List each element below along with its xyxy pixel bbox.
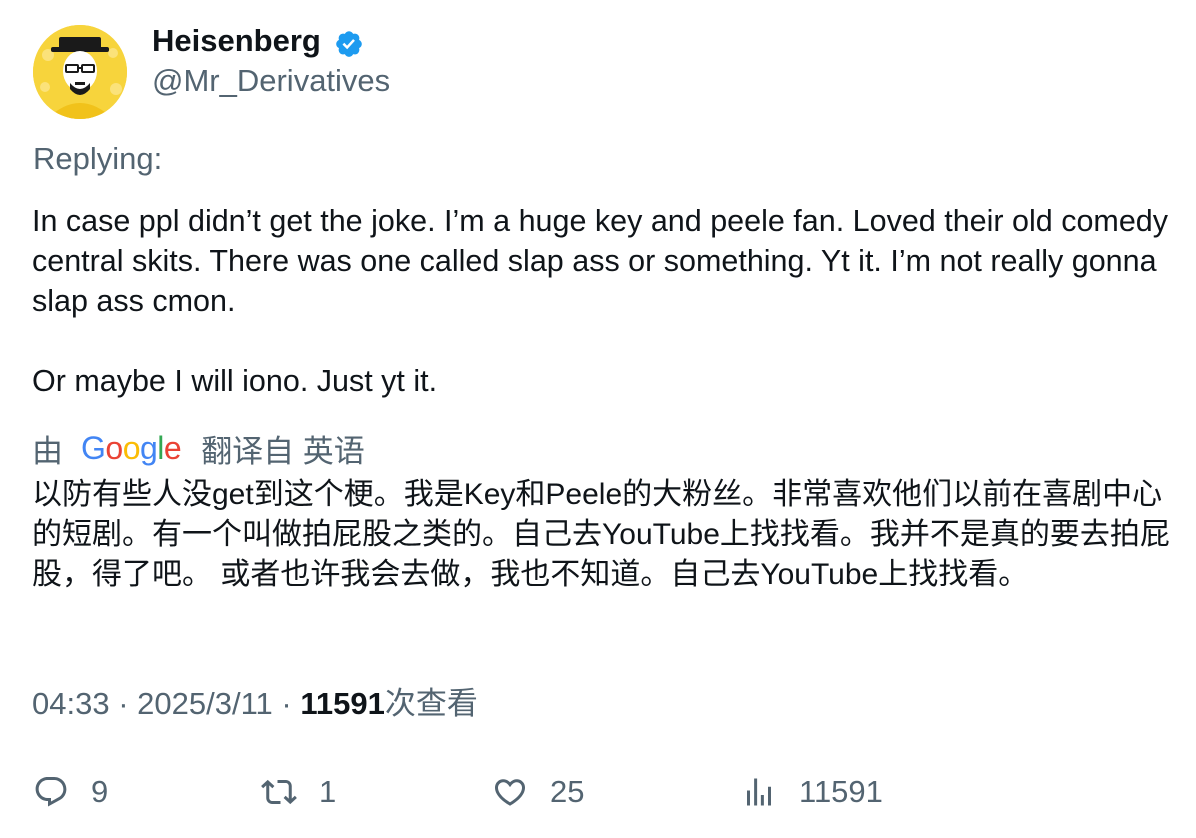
retweet-button[interactable]: 1 xyxy=(261,770,336,814)
tweet-date[interactable]: 2025/3/11 xyxy=(137,686,273,721)
views-chart-icon xyxy=(747,778,771,806)
like-button[interactable]: 25 xyxy=(492,770,584,814)
meta-separator: · xyxy=(281,686,292,721)
meta-separator: · xyxy=(118,686,129,721)
heisenberg-avatar-icon xyxy=(33,25,127,119)
views-action-count: 11591 xyxy=(799,774,883,809)
views-label: 次查看 xyxy=(384,686,478,721)
action-bar: 9 1 25 11591 xyxy=(0,770,1196,820)
like-count: 25 xyxy=(550,774,585,809)
retweet-count: 1 xyxy=(319,774,337,809)
tweet-time[interactable]: 04:33 xyxy=(32,686,110,721)
translated-text: 以防有些人没get到这个梗。我是Key和Peele的大粉丝。非常喜欢他们以前在喜… xyxy=(32,478,1170,591)
reply-count: 9 xyxy=(91,774,109,809)
translation-attribution: 由 Google 翻译自 英语 xyxy=(32,426,365,471)
tweet-text: In case ppl didn’t get the joke. I’m a h… xyxy=(32,204,1169,398)
verified-badge-icon xyxy=(336,31,362,57)
heart-icon xyxy=(494,779,526,806)
replying-label: Replying: xyxy=(33,141,163,176)
translated-from-link[interactable]: 翻译自 英语 xyxy=(201,426,365,471)
tweet-meta: 04:33 · 2025/3/11 · 11591次查看 xyxy=(32,685,478,723)
views-button[interactable]: 11591 xyxy=(741,770,883,814)
reply-button[interactable]: 9 xyxy=(33,770,108,814)
views-count[interactable]: 11591 xyxy=(300,686,385,721)
reply-icon xyxy=(35,777,67,807)
retweet-icon xyxy=(261,779,297,805)
author-name[interactable]: Heisenberg xyxy=(152,22,321,60)
google-logo: Google xyxy=(81,429,182,466)
author-handle[interactable]: @Mr_Derivatives xyxy=(152,62,390,100)
translated-by-label: 由 xyxy=(32,433,63,469)
avatar[interactable] xyxy=(33,25,127,119)
